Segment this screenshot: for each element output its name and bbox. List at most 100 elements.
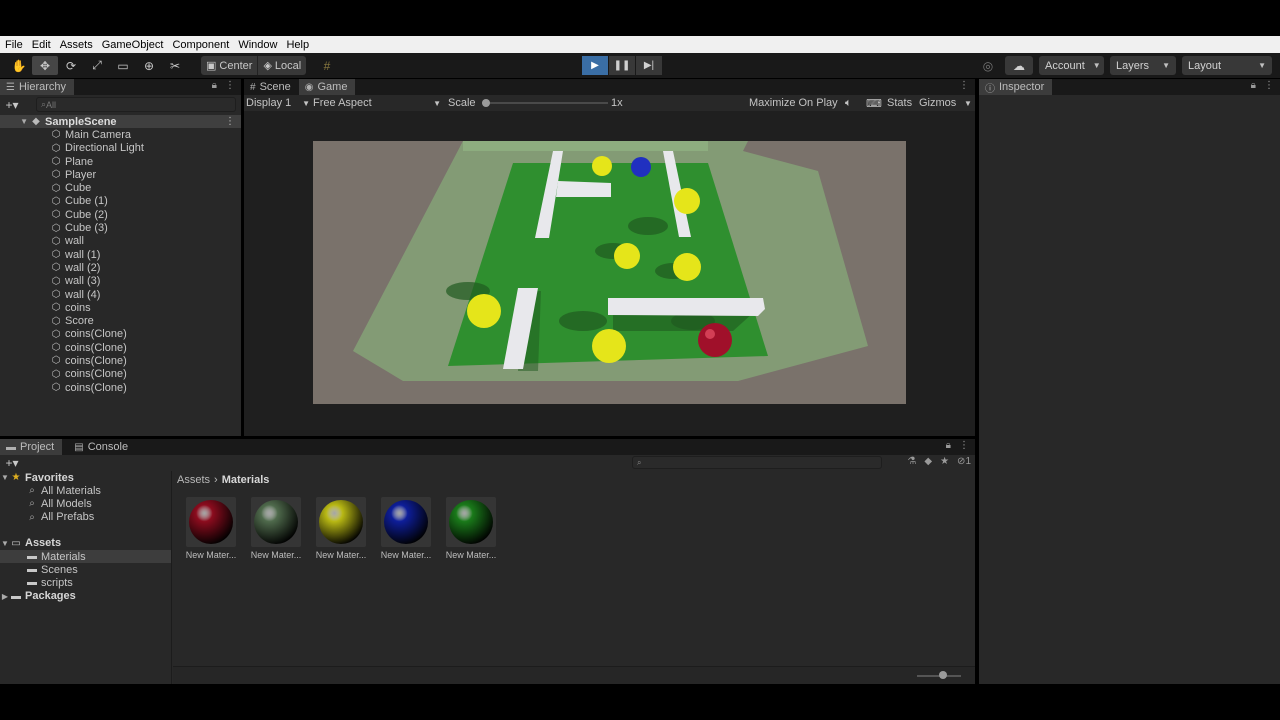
kebab-menu-icon[interactable]: ⋮ [959, 440, 969, 451]
expand-arrow-icon[interactable]: ▼ [0, 473, 10, 482]
expand-arrow-icon[interactable]: ▼ [0, 539, 10, 548]
pivot-center-button[interactable]: ▣ Center [201, 56, 259, 75]
material-asset[interactable]: New Mater... [185, 497, 237, 560]
kebab-menu-icon[interactable]: ⋮ [959, 80, 969, 91]
favorite-item[interactable]: ⌕ All Models [0, 497, 171, 510]
step-button[interactable]: ▶| [636, 56, 662, 75]
expand-arrow-icon[interactable]: ▶ [0, 592, 10, 601]
material-asset[interactable]: New Mater... [315, 497, 367, 560]
keyboard-icon[interactable]: ⌨ [866, 95, 882, 111]
hidden-packages-icon[interactable]: ⊘1 [957, 456, 971, 467]
material-asset[interactable]: New Mater... [445, 497, 497, 560]
account-dropdown[interactable]: Account ▼ [1039, 56, 1104, 75]
hierarchy-item[interactable]: ⬡ wall (4) [0, 288, 241, 301]
gizmos-caret-icon[interactable]: ▼ [964, 95, 972, 111]
menu-component[interactable]: Component [172, 39, 229, 51]
lock-icon[interactable]: 🔒︎ [1251, 80, 1256, 91]
packages-row[interactable]: ▶ ▬ Packages [0, 590, 171, 603]
rotate-tool-icon[interactable]: ⟳ [58, 56, 84, 75]
hand-tool-icon[interactable]: ✋ [6, 56, 32, 75]
folder-item[interactable]: ▬ scripts [0, 576, 171, 589]
hierarchy-item[interactable]: ⬡ wall (3) [0, 275, 241, 288]
create-button[interactable]: +▾ [0, 96, 24, 114]
hierarchy-item[interactable]: ⬡ wall [0, 235, 241, 248]
hierarchy-item[interactable]: ⬡ Score [0, 314, 241, 327]
hierarchy-item[interactable]: ⬡ Directional Light [0, 142, 241, 155]
slider-knob[interactable] [482, 99, 490, 107]
breadcrumb-assets[interactable]: Assets [177, 474, 210, 486]
favorite-item[interactable]: ⌕ All Prefabs [0, 511, 171, 524]
menu-file[interactable]: File [5, 39, 23, 51]
transform-tool-icon[interactable]: ⊕ [136, 56, 162, 75]
scale-tool-icon[interactable]: ⤢ [84, 56, 110, 75]
layout-dropdown[interactable]: Layout ▼ [1182, 56, 1272, 75]
assets-row[interactable]: ▼ ▭ Assets [0, 537, 171, 550]
lock-icon[interactable]: 🔒︎ [946, 440, 951, 451]
tab-scene[interactable]: # Scene [244, 79, 299, 95]
favorites-row[interactable]: ▼ ★ Favorites [0, 471, 171, 484]
tab-game[interactable]: ◉ Game [298, 79, 356, 95]
hierarchy-item[interactable]: ⬡ coins [0, 301, 241, 314]
kebab-menu-icon[interactable]: ⋮ [1264, 80, 1274, 91]
hierarchy-item[interactable]: ⬡ wall (2) [0, 261, 241, 274]
cloud-button[interactable]: ☁ [1005, 56, 1033, 75]
star-icon[interactable]: ★ [940, 456, 949, 467]
tab-inspector[interactable]: ⓘ Inspector [979, 79, 1053, 95]
stats-toggle[interactable]: Stats [887, 95, 912, 111]
pivot-local-button[interactable]: ◈ Local [258, 56, 306, 75]
folder-item[interactable]: ▬ Scenes [0, 563, 171, 576]
pause-button[interactable]: ❚❚ [609, 56, 635, 75]
grid-snap-icon[interactable]: # [316, 56, 338, 75]
hierarchy-item[interactable]: ⬡ coins(Clone) [0, 381, 241, 394]
play-button[interactable]: ▶ [582, 56, 608, 75]
filter-type-icon[interactable]: ⚗ [907, 456, 916, 467]
menu-window[interactable]: Window [238, 39, 277, 51]
aspect-dropdown[interactable]: Free Aspect ▼ [313, 95, 441, 111]
hierarchy-item[interactable]: ⬡ Cube [0, 181, 241, 194]
hierarchy-item[interactable]: ⬡ Plane [0, 155, 241, 168]
menu-gameobject[interactable]: GameObject [102, 39, 164, 51]
hierarchy-item[interactable]: ⬡ Main Camera [0, 128, 241, 141]
maximize-on-play-toggle[interactable]: Maximize On Play [749, 95, 838, 111]
breadcrumb-materials[interactable]: Materials [222, 474, 270, 486]
gizmos-toggle[interactable]: Gizmos [919, 95, 956, 111]
hierarchy-item[interactable]: ⬡ coins(Clone) [0, 368, 241, 381]
kebab-menu-icon[interactable]: ⋮ [225, 116, 235, 127]
thumbnail-size-knob[interactable] [939, 671, 947, 679]
tab-console[interactable]: ▤ Console [68, 439, 136, 455]
tab-hierarchy[interactable]: ☰ Hierarchy [0, 79, 75, 95]
hierarchy-item[interactable]: ⬡ Cube (2) [0, 208, 241, 221]
menu-edit[interactable]: Edit [32, 39, 51, 51]
custom-tool-icon[interactable]: ✂ [162, 56, 188, 75]
hierarchy-item[interactable]: ⬡ Player [0, 168, 241, 181]
material-asset[interactable]: New Mater... [380, 497, 432, 560]
hierarchy-item[interactable]: ⬡ Cube (3) [0, 221, 241, 234]
tab-project[interactable]: ▬ Project [0, 439, 63, 455]
mute-audio-icon[interactable]: 🔈︎ [845, 95, 852, 111]
collab-icon[interactable]: ◎ [977, 56, 999, 75]
project-search-input[interactable]: ⌕ [632, 456, 882, 469]
hierarchy-item[interactable]: ⬡ coins(Clone) [0, 354, 241, 367]
favorite-item[interactable]: ⌕ All Materials [0, 484, 171, 497]
hierarchy-item[interactable]: ⬡ wall (1) [0, 248, 241, 261]
rect-tool-icon[interactable]: ▭ [110, 56, 136, 75]
expand-arrow-icon[interactable]: ▼ [0, 117, 30, 126]
move-tool-icon[interactable]: ✥ [32, 56, 58, 75]
hierarchy-item[interactable]: ⬡ coins(Clone) [0, 341, 241, 354]
display-dropdown[interactable]: Display 1 ▼ [246, 95, 310, 111]
menu-help[interactable]: Help [286, 39, 309, 51]
scene-row[interactable]: ▼ ◆ SampleScene ⋮ [0, 115, 241, 129]
hierarchy-item[interactable]: ⬡ Cube (1) [0, 195, 241, 208]
lock-icon[interactable]: 🔒︎ [212, 80, 217, 91]
kebab-menu-icon[interactable]: ⋮ [225, 80, 235, 91]
folder-item[interactable]: ▬ Materials [0, 549, 171, 564]
menu-assets[interactable]: Assets [60, 39, 93, 51]
layers-dropdown[interactable]: Layers ▼ [1110, 56, 1176, 75]
hierarchy-item[interactable]: ⬡ coins(Clone) [0, 328, 241, 341]
scale-slider[interactable] [482, 95, 608, 111]
hierarchy-search-input[interactable]: ⌕ All [36, 97, 236, 112]
material-asset[interactable]: New Mater... [250, 497, 302, 560]
game-viewport[interactable] [244, 111, 975, 436]
label-icon[interactable]: ◆ [924, 456, 932, 467]
create-asset-button[interactable]: +▾ [0, 454, 24, 472]
